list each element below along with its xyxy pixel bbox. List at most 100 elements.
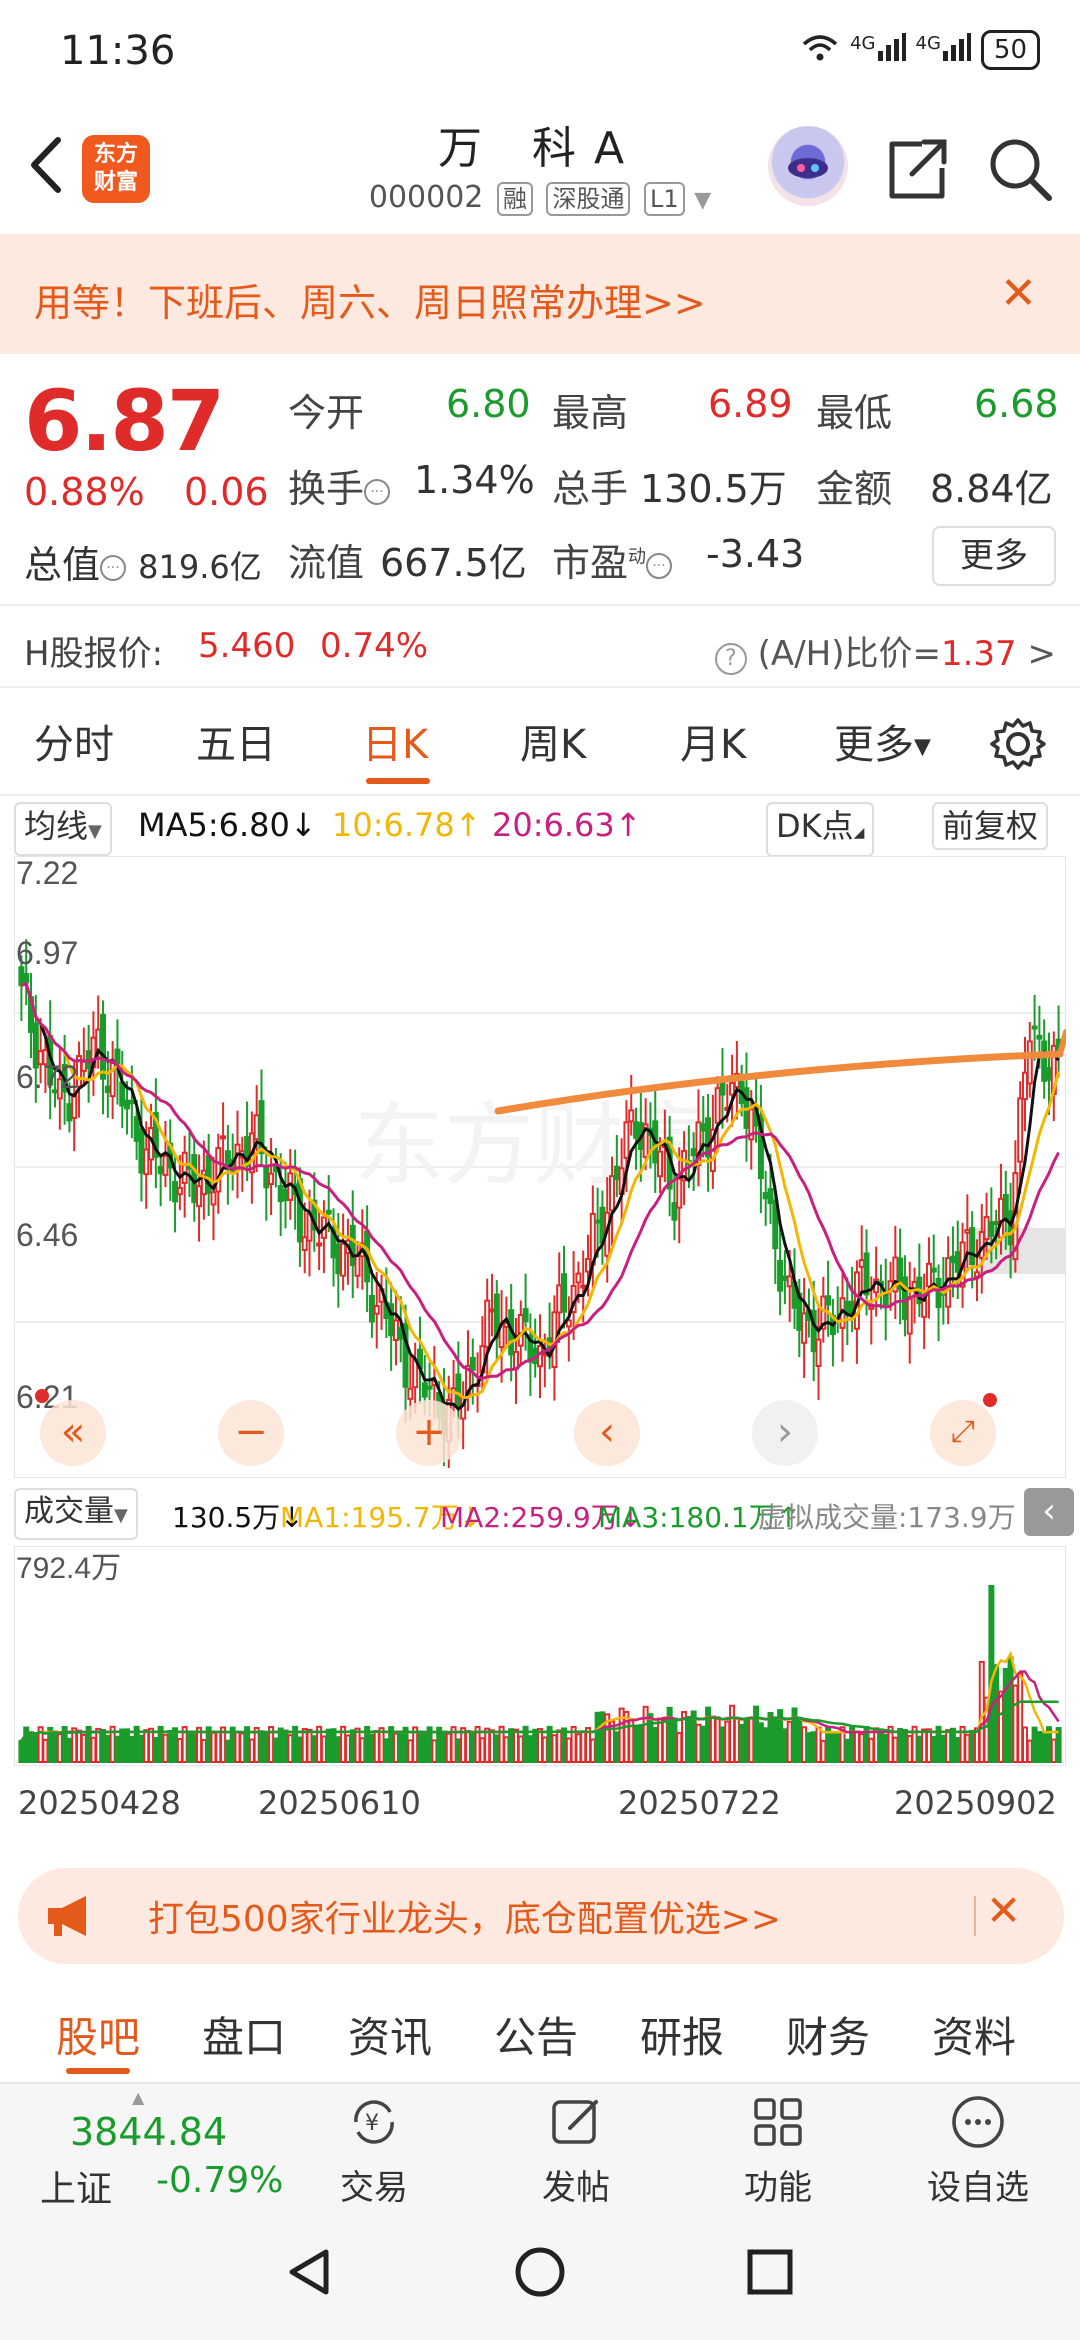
tab-more[interactable]: 更多▼ (834, 712, 931, 770)
volume-bar (172, 1727, 179, 1763)
total-market-value[interactable]: 总值 ··· 819.6亿 (24, 534, 262, 589)
volume-bar (647, 1713, 654, 1764)
volume-bar (537, 1728, 543, 1763)
nav-recents-icon[interactable] (742, 2244, 798, 2300)
candle-body (421, 1382, 428, 1398)
open-value: 6.80 (446, 382, 531, 426)
ma-selector[interactable]: 均线▼ (14, 802, 112, 856)
tab-daily-k[interactable]: 日K (362, 712, 428, 770)
candle-body (455, 1373, 462, 1407)
candle-body (580, 1284, 587, 1289)
volume-bar (128, 1735, 135, 1764)
functions-button[interactable]: 功能 (718, 2094, 838, 2209)
volume-bar (28, 1731, 35, 1764)
search-icon[interactable] (985, 134, 1055, 204)
turnover-label[interactable]: 换手 ··· (288, 458, 391, 513)
tab-monthly-k[interactable]: 月K (680, 712, 746, 770)
tab-announcements[interactable]: 公告 (494, 2004, 578, 2065)
divider (0, 604, 1080, 606)
volume-bar (1050, 1738, 1057, 1763)
pe-label[interactable]: 市盈动 ··· (552, 532, 673, 587)
close-icon[interactable]: ✕ (1000, 268, 1037, 319)
candle-body (484, 1299, 491, 1348)
ma-bar: 均线▼ MA5:6.80↓ 10:6.78↑ 20:6.63↑ DK点◢ 前复权 (14, 800, 1074, 857)
volume-bar (90, 1736, 97, 1764)
high-label: 最高 (552, 391, 629, 435)
chevron-left-icon[interactable]: ‹ (574, 1400, 640, 1466)
marker-dot (35, 1389, 49, 1403)
candle-body (700, 1123, 707, 1132)
h-share-price: 5.460 (198, 626, 296, 666)
nav-home-icon[interactable] (512, 2244, 568, 2300)
fast-back-icon[interactable]: « (40, 1400, 106, 1466)
ah-ratio[interactable]: ? (A/H)比价=1.37 > (714, 626, 1056, 675)
promo-text[interactable]: 用等！下班后、周六、周日照常办理>> (34, 272, 706, 327)
add-watchlist-button[interactable]: 设自选 (918, 2094, 1038, 2209)
assistant-robot-icon[interactable] (768, 126, 848, 206)
volume-bar (637, 1724, 644, 1764)
share-icon[interactable] (882, 134, 952, 204)
adjust-button[interactable]: 前复权 (932, 802, 1049, 850)
candle-body (128, 1100, 135, 1105)
gear-icon[interactable] (990, 716, 1046, 776)
post-button[interactable]: 发帖 (516, 2094, 636, 2209)
candlestick-chart[interactable]: 东方财富 7.22 6.97 6.72 6.46 6.21 (14, 856, 1066, 1478)
volume-bar (729, 1704, 736, 1763)
tab-weekly-k[interactable]: 周K (520, 712, 586, 770)
candle-body (392, 1319, 399, 1342)
tab-news[interactable]: 资讯 (348, 2004, 432, 2065)
tab-financials[interactable]: 财务 (786, 2004, 870, 2065)
collapse-icon[interactable]: ‹ (1024, 1488, 1074, 1536)
index-name[interactable]: 上证 (40, 2160, 112, 2212)
candle-body (354, 1254, 361, 1277)
index-value[interactable]: 3844.84 (70, 2110, 227, 2154)
info-icon[interactable]: ··· (646, 552, 673, 579)
zoom-in-icon[interactable]: + (396, 1400, 462, 1466)
candle-body (340, 1242, 347, 1277)
volume-bar (508, 1728, 515, 1764)
index-percent[interactable]: -0.79% (156, 2160, 283, 2201)
volume-bar (397, 1730, 404, 1764)
promo2-text[interactable]: 打包500家行业龙头，底仓配置优选>> (148, 1890, 781, 1942)
volume-bar (753, 1705, 760, 1764)
more-button[interactable]: 更多 (932, 526, 1056, 586)
tab-forum[interactable]: 股吧 (56, 2004, 140, 2065)
float-value: 667.5亿 (380, 541, 527, 585)
volume-bar (277, 1727, 284, 1763)
volume-bar (709, 1715, 716, 1763)
trade-button[interactable]: ¥ 交易 (314, 2094, 434, 2209)
volume-bar (191, 1730, 198, 1763)
volume-bar (320, 1735, 327, 1764)
system-nav-bar (0, 2214, 1080, 2340)
volume-bar (945, 1729, 952, 1764)
volume-bar (853, 1730, 860, 1764)
volume-bar (80, 1733, 87, 1764)
help-icon[interactable]: ? (714, 643, 747, 675)
tab-intraday[interactable]: 分时 (34, 712, 114, 770)
volume-selector[interactable]: 成交量▼ (14, 1488, 138, 1540)
fullscreen-icon[interactable]: ⤢ (930, 1400, 996, 1466)
zoom-out-icon[interactable]: − (218, 1400, 284, 1466)
info-icon[interactable]: ··· (364, 478, 391, 505)
candle-body (469, 1356, 476, 1371)
tab-order-book[interactable]: 盘口 (202, 2004, 286, 2065)
nav-back-icon[interactable] (282, 2244, 338, 2300)
signal-icon-2: 4G (916, 32, 971, 68)
chevron-right-icon[interactable]: › (752, 1400, 818, 1466)
tab-profile[interactable]: 资料 (932, 2004, 1016, 2065)
candle-body (935, 1277, 942, 1309)
candle-body (1021, 1071, 1028, 1101)
turnover-value: 1.34% (414, 458, 535, 502)
candle-body (335, 1243, 342, 1275)
edit-icon (552, 2100, 598, 2144)
tab-five-day[interactable]: 五日 (196, 712, 276, 770)
info-icon[interactable]: ··· (100, 554, 127, 581)
candle-body (969, 1227, 976, 1266)
candle-body (488, 1308, 495, 1313)
tab-research[interactable]: 研报 (640, 2004, 724, 2065)
dk-point-button[interactable]: DK点◢ (766, 802, 875, 857)
close-icon[interactable]: ✕ (986, 1886, 1021, 1935)
volume-bar (834, 1732, 841, 1764)
volume-bar (392, 1732, 399, 1763)
volume-bar (925, 1728, 932, 1763)
